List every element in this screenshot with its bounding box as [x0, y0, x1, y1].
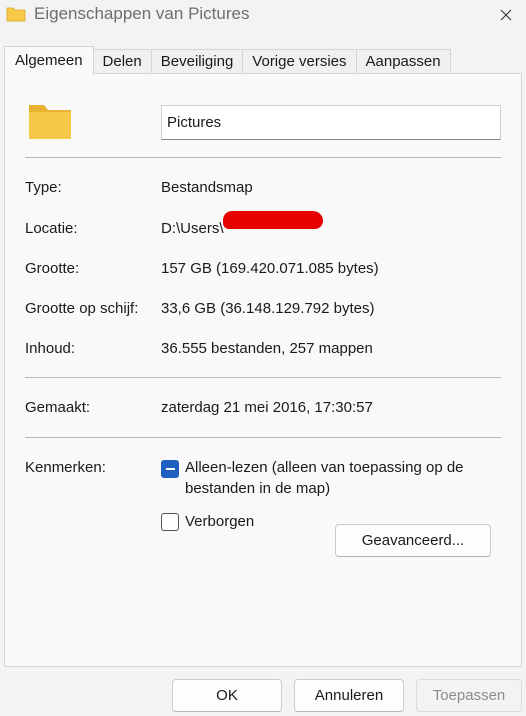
- readonly-label: Alleen-lezen (alleen van toepassing op d…: [185, 459, 464, 497]
- contents-label: Inhoud:: [25, 340, 76, 357]
- separator: [25, 437, 501, 438]
- type-value: Bestandsmap: [161, 179, 253, 196]
- window-title: Eigenschappen van Pictures: [34, 4, 250, 23]
- disk-size-label: Grootte op schijf:: [25, 300, 139, 317]
- separator: [25, 377, 501, 378]
- redaction-mark: [223, 211, 323, 229]
- folder-large-icon: [29, 105, 71, 139]
- hidden-checkbox[interactable]: [161, 513, 179, 531]
- location-label: Locatie:: [25, 220, 78, 237]
- created-label: Gemaakt:: [25, 399, 91, 416]
- tab-delen[interactable]: Delen: [93, 49, 152, 74]
- cancel-button[interactable]: Annuleren: [294, 679, 404, 712]
- ok-button[interactable]: OK: [172, 679, 282, 712]
- folder-icon: [6, 7, 26, 22]
- tab-algemeen[interactable]: Algemeen: [4, 46, 94, 75]
- separator: [25, 157, 501, 158]
- created-value: zaterdag 21 mei 2016, 17:30:57: [161, 399, 373, 416]
- close-button[interactable]: [486, 0, 526, 30]
- title-bar: Eigenschappen van Pictures: [0, 0, 526, 30]
- disk-size-value: 33,6 GB (36.148.129.792 bytes): [161, 300, 375, 317]
- tab-bar: Algemeen Delen Beveiliging Vorige versie…: [4, 46, 451, 75]
- advanced-button[interactable]: Geavanceerd...: [335, 524, 491, 557]
- size-label: Grootte:: [25, 260, 80, 277]
- location-value: D:\Users\: [161, 220, 224, 237]
- size-value: 157 GB (169.420.071.085 bytes): [161, 260, 379, 277]
- tab-beveiliging[interactable]: Beveiliging: [151, 49, 244, 74]
- folder-name-input[interactable]: [161, 105, 501, 140]
- general-panel: Type: Bestandsmap Locatie: D:\Users\ Gro…: [4, 73, 522, 667]
- tab-vorige-versies[interactable]: Vorige versies: [243, 49, 357, 74]
- type-label: Type:: [25, 179, 62, 196]
- readonly-checkbox[interactable]: [161, 460, 179, 478]
- tab-aanpassen[interactable]: Aanpassen: [356, 49, 451, 74]
- close-icon: [500, 9, 512, 21]
- attributes-label: Kenmerken:: [25, 459, 106, 476]
- contents-value: 36.555 bestanden, 257 mappen: [161, 340, 373, 357]
- apply-button[interactable]: Toepassen: [416, 679, 522, 712]
